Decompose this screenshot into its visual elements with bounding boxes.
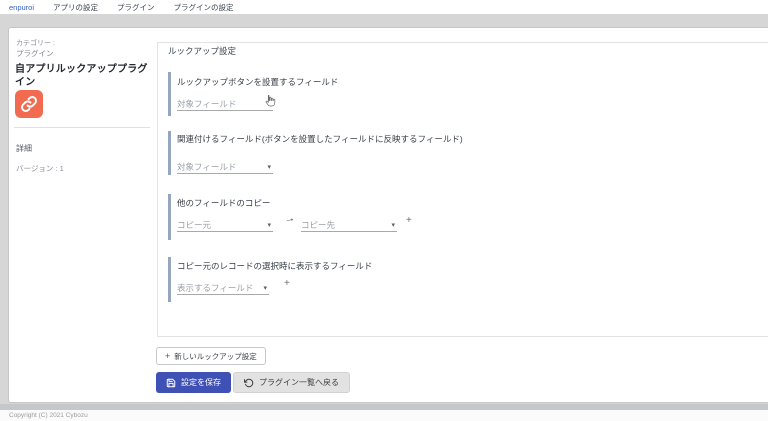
target-field-placeholder: 対象フィールド: [177, 99, 237, 109]
return-arrow-icon: [244, 378, 254, 388]
chain-link-icon: [20, 95, 38, 113]
plugin-title: 自アプリルックアッププラグイン: [15, 64, 148, 88]
section2-label: 関連付けるフィールド(ボタンを設置したフィールドに反映するフィールド): [177, 134, 463, 144]
related-field-select[interactable]: 対象フィールド ▾: [177, 161, 273, 174]
breadcrumb-plugin-settings[interactable]: プラグインの設定: [174, 2, 234, 13]
footer: Copyright (C) 2021 Cybozu: [0, 410, 768, 421]
save-icon: [166, 378, 176, 388]
section2-accent-bar: [168, 131, 171, 175]
section1-accent-bar: [168, 72, 171, 116]
breadcrumb-app-settings[interactable]: アプリの設定: [53, 2, 98, 13]
plus-icon: +: [165, 351, 171, 361]
section4-accent-bar: [168, 257, 171, 302]
chevron-down-icon: ▾: [267, 101, 271, 108]
chevron-down-icon: ▾: [267, 222, 271, 229]
back-to-plugin-list-label: プラグイン一覧へ戻る: [259, 378, 339, 387]
display-field-placeholder: 表示するフィールド: [177, 283, 254, 293]
display-field-select[interactable]: 表示するフィールド ▾: [177, 282, 269, 295]
add-copy-row-icon[interactable]: +: [406, 216, 412, 226]
category-value: プラグイン: [16, 49, 54, 58]
breadcrumb: enpuroi アプリの設定 プラグイン プラグインの設定: [0, 0, 768, 14]
target-field-select[interactable]: 対象フィールド ▾: [177, 98, 273, 111]
section3-label: 他のフィールドのコピー: [177, 198, 271, 208]
breadcrumb-app-name[interactable]: enpuroi: [9, 3, 34, 12]
section1-label: ルックアップボタンを設置するフィールド: [177, 77, 339, 87]
related-field-placeholder: 対象フィールド: [177, 162, 237, 172]
version-label: バージョン : 1: [16, 164, 64, 173]
category-label: カテゴリー :: [16, 40, 55, 47]
chevron-down-icon: ▾: [263, 285, 267, 292]
section4-label: コピー元のレコードの選択時に表示するフィールド: [177, 261, 373, 271]
save-settings-label: 設定を保存: [181, 378, 221, 387]
sidebar-divider: [14, 127, 150, 128]
copyright-text: Copyright (C) 2021 Cybozu: [9, 412, 88, 419]
back-to-plugin-list-button[interactable]: プラグイン一覧へ戻る: [233, 372, 350, 393]
new-lookup-setting-button[interactable]: + 新しいルックアップ設定: [156, 347, 266, 365]
panel-title: ルックアップ設定: [168, 46, 237, 56]
chevron-down-icon: ▾: [267, 164, 271, 171]
chevron-down-icon: ▾: [391, 222, 395, 229]
section3-accent-bar: [168, 194, 171, 240]
breadcrumb-plugins[interactable]: プラグイン: [117, 2, 155, 13]
details-link[interactable]: 詳細: [16, 143, 32, 154]
copy-source-placeholder: コピー元: [177, 220, 212, 230]
copy-destination-select[interactable]: コピー先 ▾: [301, 219, 397, 232]
plugin-icon: [15, 90, 43, 118]
save-settings-button[interactable]: 設定を保存: [156, 372, 231, 393]
add-display-field-icon[interactable]: +: [284, 279, 290, 289]
copy-source-select[interactable]: コピー元 ▾: [177, 219, 273, 232]
new-lookup-setting-label: 新しいルックアップ設定: [174, 351, 257, 361]
copy-destination-placeholder: コピー先: [301, 220, 336, 230]
